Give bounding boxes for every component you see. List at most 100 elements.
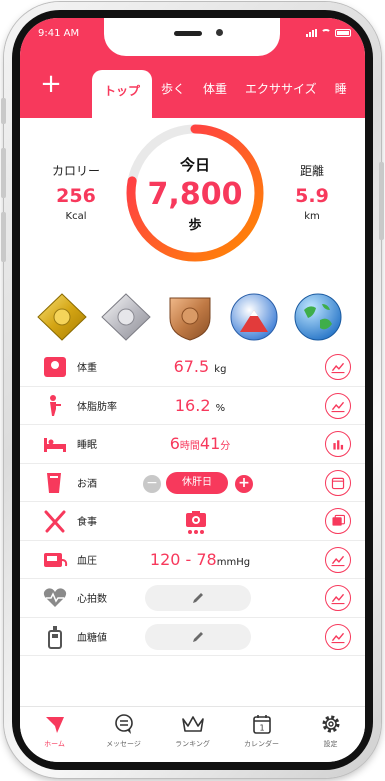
daily-summary: カロリー 256 Kcal 今日 7,800 歩 距離 5.9 km [20,118,365,288]
tab-weight[interactable]: 体重 [194,70,236,118]
silver-badge-icon[interactable] [100,292,152,342]
sleep-hours: 6 [169,434,180,454]
calories-label: カロリー [51,164,100,178]
nav-home[interactable]: ホーム [20,707,89,762]
signal-icon [306,29,317,37]
app-screen: 9:41 AM + トップ 歩く 体重 エクササイズ 睡 カロリー 256 Kc… [20,18,365,762]
home-icon [45,717,64,733]
bottom-navigation: ホーム メッセージ ランキング 1 カレンダー 設定 [20,706,365,762]
tab-top[interactable]: トップ [92,70,153,118]
liver-rest-day-button[interactable]: 休肝日 [166,471,228,494]
plus-icon[interactable]: + [36,70,66,100]
metric-row-blood-glucose[interactable]: 血糖値 [20,618,365,656]
tab-bar: トップ 歩く 体重 エクササイズ 睡 [92,70,365,118]
line-chart-icon[interactable] [325,354,351,380]
scale-icon [44,357,66,377]
calendar-icon: 1 [252,715,271,734]
blood-glucose-input[interactable] [145,623,251,650]
steps-value: 7,800 [147,177,243,212]
steps-unit: 歩 [188,218,202,233]
battery-icon [335,29,351,37]
notch [104,18,280,56]
today-label: 今日 [179,156,210,174]
mountain-badge-icon[interactable] [228,292,280,342]
metric-row-body-fat[interactable]: 体脂肪率 16.2 % [20,387,365,425]
sleep-hours-unit: 時間 [179,441,200,453]
body-fat-value-group: 16.2 % [130,396,270,415]
nav-ranking-label: ランキング [175,740,210,748]
body-fat-icon [50,394,61,416]
meal-label: 食事 [77,517,97,529]
metric-row-weight[interactable]: 体重 67.5 kg [20,348,365,387]
bronze-badge-icon[interactable] [164,292,216,342]
blood-pressure-label: 血圧 [77,555,97,567]
tab-sleep[interactable]: 睡 [326,70,356,118]
body-fat-value: 16.2 [174,395,211,415]
tab-walk[interactable]: 歩く [152,70,194,118]
glass-icon [47,472,61,493]
nav-settings[interactable]: 設定 [296,707,365,762]
wifi-icon [321,29,331,37]
increase-button[interactable]: + [235,474,253,493]
gold-badge-icon[interactable] [36,292,88,342]
metric-row-alcohol[interactable]: お酒 − 休肝日 + [20,464,365,502]
bed-icon [44,438,66,452]
metric-row-blood-pressure[interactable]: 血圧 120 - 78mmHg [20,541,365,579]
tab-exercise[interactable]: エクササイズ [236,70,326,118]
sleep-value-group: 6時間41分 [130,434,270,453]
sleep-minutes: 41 [199,434,221,454]
line-chart-icon[interactable] [325,585,351,611]
pencil-icon [193,593,203,603]
status-bar: 9:41 AM [20,18,365,58]
nav-calendar-label: カレンダー [244,740,279,748]
weight-label: 体重 [77,363,97,375]
weight-value: 67.5 [173,357,210,377]
camera-icon[interactable] [184,509,208,535]
blood-glucose-label: 血糖値 [77,632,107,644]
weight-value-group: 67.5 kg [130,357,270,376]
distance-stat: 距離 5.9 km [272,162,352,222]
heart-rate-icon [43,588,67,607]
nav-calendar[interactable]: 1 カレンダー [227,707,296,762]
calendar-icon[interactable] [325,469,351,496]
distance-unit: km [304,211,320,222]
line-chart-icon[interactable] [325,392,351,419]
distance-label: 距離 [299,164,324,178]
glucose-meter-icon [48,625,62,649]
bar-chart-icon[interactable] [325,431,351,457]
distance-value: 5.9 [295,185,329,207]
line-chart-icon[interactable] [325,546,351,573]
metric-row-meal[interactable]: 食事 [20,502,365,541]
achievement-badges [30,288,355,344]
line-chart-icon[interactable] [325,623,351,650]
gear-icon [322,715,339,733]
calories-stat: カロリー 256 Kcal [36,162,116,222]
blood-pressure-value-group: 120 - 78mmHg [130,550,270,569]
status-time: 9:41 AM [38,28,80,39]
calendar-day: 1 [259,724,264,733]
calories-unit: Kcal [65,211,87,222]
heart-rate-label: 心拍数 [77,594,107,606]
photos-icon[interactable] [325,508,351,534]
decrease-button[interactable]: − [143,474,161,493]
metric-list: 体重 67.5 kg 体脂肪率 16.2 % 睡眠 6時間41分 お酒 − 休肝… [20,348,365,656]
metric-row-heart-rate[interactable]: 心拍数 [20,579,365,618]
fork-knife-icon [44,510,66,533]
status-icons [306,29,351,37]
nav-settings-label: 設定 [323,740,338,748]
nav-home-label: ホーム [44,740,65,748]
body-fat-label: 体脂肪率 [77,401,117,413]
nav-messages-label: メッセージ [106,740,141,748]
alcohol-label: お酒 [77,478,97,490]
globe-badge-icon[interactable] [292,292,344,342]
blood-pressure-unit: mmHg [216,556,251,568]
heart-rate-input[interactable] [145,585,251,611]
metric-row-sleep[interactable]: 睡眠 6時間41分 [20,425,365,464]
nav-ranking[interactable]: ランキング [158,707,227,762]
app-header: 9:41 AM + トップ 歩く 体重 エクササイズ 睡 [20,18,365,118]
pencil-icon [193,631,203,642]
blood-pressure-icon [44,552,68,567]
blood-pressure-value: 120 - 78 [149,549,217,569]
steps-center: 今日 7,800 歩 [122,120,268,266]
nav-messages[interactable]: メッセージ [89,707,158,762]
